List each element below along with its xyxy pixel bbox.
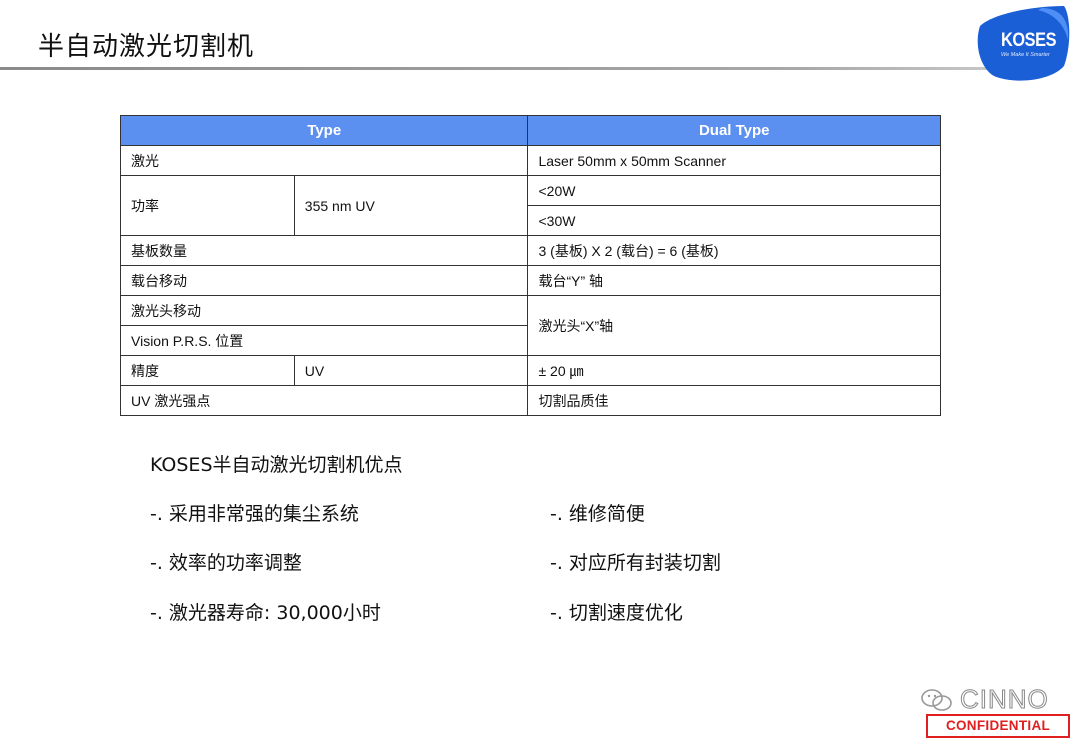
header-type: Type xyxy=(119,115,529,146)
power-label: 功率 xyxy=(120,175,295,236)
table-row: 功率 355 nm UV <20W xyxy=(120,175,941,236)
stage-value: 载台“Y” 轴 xyxy=(527,265,941,296)
precision-label: 精度 xyxy=(120,355,295,386)
head-label: 激光头移动 xyxy=(119,295,529,326)
precision-spec: UV xyxy=(293,355,529,386)
title-divider xyxy=(0,67,1000,70)
confidential-badge: CONFIDENTIAL xyxy=(926,714,1070,738)
spec-table: Type Dual Type 激光 Laser 50mm x 50mm Scan… xyxy=(119,115,941,416)
power-value-1: <20W xyxy=(527,175,941,206)
advantage-item: -. 效率的功率调整 xyxy=(150,552,302,574)
slide-title: 半自动激光切割机 xyxy=(38,32,255,62)
advantage-item: -. 对应所有封装切割 xyxy=(550,552,721,574)
uv-strength-value: 切割品质佳 xyxy=(527,385,941,416)
table-row: 精度 UV ± 20 ㎛ xyxy=(120,355,941,386)
logo-tagline: We Make It Smarter xyxy=(1001,52,1050,58)
advantages-title: KOSES半自动激光切割机优点 xyxy=(150,454,403,476)
table-row: 激光头移动 激光头“X”轴 xyxy=(119,295,941,356)
advantage-item: -. 维修简便 xyxy=(550,503,645,525)
advantage-item: -. 采用非常强的集尘系统 xyxy=(150,503,359,525)
laser-value: Laser 50mm x 50mm Scanner xyxy=(527,145,941,176)
precision-value: ± 20 ㎛ xyxy=(527,355,941,386)
vision-label: Vision P.R.S. 位置 xyxy=(119,325,529,356)
power-value-2: <30W xyxy=(527,205,941,236)
logo-wordmark: KOSES xyxy=(1001,30,1057,51)
substrate-label: 基板数量 xyxy=(119,235,529,266)
laser-label: 激光 xyxy=(119,145,529,176)
cinno-watermark: CINNO xyxy=(960,684,1049,715)
substrate-value: 3 (基板) X 2 (载台) = 6 (基板) xyxy=(527,235,941,266)
table-row: 激光 Laser 50mm x 50mm Scanner xyxy=(119,145,941,176)
table-header-row: Type Dual Type xyxy=(119,115,941,146)
head-value: 激光头“X”轴 xyxy=(527,295,941,356)
table-row: UV 激光强点 切割品质佳 xyxy=(119,385,941,416)
advantage-item: -. 激光器寿命: 30,000小时 xyxy=(150,602,381,624)
table-row: 载台移动 载台“Y” 轴 xyxy=(119,265,941,296)
wechat-icon xyxy=(921,689,952,711)
uv-strength-label: UV 激光强点 xyxy=(119,385,529,416)
power-spec: 355 nm UV xyxy=(293,175,529,236)
stage-label: 载台移动 xyxy=(119,265,529,296)
header-dual-type: Dual Type xyxy=(527,115,941,146)
table-row: 基板数量 3 (基板) X 2 (载台) = 6 (基板) xyxy=(119,235,941,266)
advantage-item: -. 切割速度优化 xyxy=(550,602,683,624)
